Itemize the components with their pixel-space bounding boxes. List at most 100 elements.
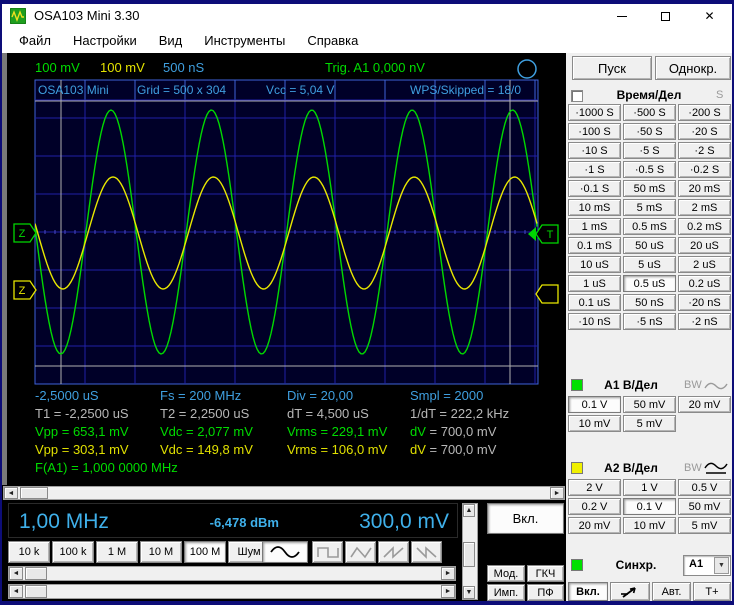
freq-fine-thumb[interactable] — [25, 585, 47, 598]
timebase-button[interactable]: 50 mS — [623, 180, 676, 197]
ch2-vdiv-button[interactable]: 5 mV — [678, 517, 731, 534]
menu-item[interactable]: Инструменты — [196, 31, 293, 50]
scroll-right-icon[interactable]: ► — [550, 487, 564, 499]
menu-item[interactable]: Вид — [151, 31, 191, 50]
timebase-button[interactable]: ·5 nS — [623, 313, 676, 330]
ch1-vdiv-button[interactable]: 10 mV — [568, 415, 621, 432]
timebase-button[interactable]: ·20 S — [678, 123, 731, 140]
ch2-vdiv-button[interactable]: 1 V — [623, 479, 676, 496]
ch2-vdiv-button[interactable]: 0.1 V — [623, 498, 676, 515]
timebase-button[interactable]: ·0.1 S — [568, 180, 621, 197]
sync-auto-button[interactable]: Авт. — [652, 582, 691, 601]
generator-scroll-thumb[interactable] — [463, 542, 475, 567]
waveform-triangle-button[interactable] — [345, 541, 376, 563]
range-button[interactable]: 10 M — [140, 541, 182, 563]
timebase-button[interactable]: ·20 nS — [678, 294, 731, 311]
scroll-left-icon[interactable]: ◄ — [9, 567, 23, 580]
ch1-vdiv-button[interactable]: 50 mV — [623, 396, 676, 413]
timebase-button[interactable]: 0.1 uS — [568, 294, 621, 311]
freq-fine-scrollbar[interactable]: ◄ ► — [8, 584, 456, 599]
gkch-button[interactable]: ГКЧ — [527, 565, 564, 582]
ch2-vdiv-button[interactable]: 50 mV — [678, 498, 731, 515]
freq-coarse-scrollbar[interactable]: ◄ ► — [8, 566, 456, 581]
timebase-button[interactable]: ·1 S — [568, 161, 621, 178]
scope-scroll-thumb[interactable] — [20, 487, 48, 499]
sync-on-button[interactable]: Вкл. — [568, 582, 608, 601]
ch2-vdiv-button[interactable]: 0.2 V — [568, 498, 621, 515]
timebase-button[interactable]: 0.1 mS — [568, 237, 621, 254]
trigger-level-marker[interactable]: T — [535, 224, 559, 244]
timebase-button[interactable]: 50 uS — [623, 237, 676, 254]
menu-item[interactable]: Файл — [11, 31, 59, 50]
waveform-ramp-up-button[interactable] — [378, 541, 409, 563]
range-button[interactable]: 10 k — [8, 541, 50, 563]
ch2-vdiv-button[interactable]: 10 mV — [623, 517, 676, 534]
scroll-right-icon[interactable]: ► — [441, 585, 455, 598]
sync-slope-button[interactable] — [610, 582, 650, 601]
ch1-vdiv-button[interactable]: 0.1 V — [568, 396, 621, 413]
ch2-vdiv-button[interactable]: 0.5 V — [678, 479, 731, 496]
timebase-button[interactable]: 10 uS — [568, 256, 621, 273]
ch2-vdiv-button[interactable]: 20 mV — [568, 517, 621, 534]
timebase-button[interactable]: 50 nS — [623, 294, 676, 311]
scope-h-scrollbar[interactable]: ◄ ► — [3, 486, 565, 500]
ch2-level-marker[interactable] — [535, 284, 559, 304]
timebase-button[interactable]: 20 uS — [678, 237, 731, 254]
timebase-button[interactable]: ·0.2 S — [678, 161, 731, 178]
waveform-sine-button[interactable] — [262, 541, 308, 563]
scroll-left-icon[interactable]: ◄ — [4, 487, 18, 499]
ch1-vdiv-button[interactable]: 20 mV — [678, 396, 731, 413]
sync-tplus-button[interactable]: Т+ — [693, 582, 731, 601]
timebase-button[interactable]: ·500 S — [623, 104, 676, 121]
generator-v-scrollbar[interactable]: ▲ ▼ — [462, 503, 478, 600]
timebase-button[interactable]: ·0.5 S — [623, 161, 676, 178]
maximize-button[interactable] — [643, 4, 688, 28]
ch1-coupling-icon[interactable] — [704, 380, 728, 392]
minimize-button[interactable] — [599, 4, 644, 28]
mod-button[interactable]: Мод. — [487, 565, 525, 582]
timebase-button[interactable]: ·2 nS — [678, 313, 731, 330]
waveform-square-button[interactable] — [312, 541, 343, 563]
scroll-left-icon[interactable]: ◄ — [9, 585, 23, 598]
timebase-button[interactable]: ·200 S — [678, 104, 731, 121]
single-button[interactable]: Однокр. — [655, 56, 731, 80]
title-bar[interactable]: OSA103 Mini 3.30 ✕ — [2, 4, 732, 28]
generator-on-button[interactable]: Вкл. — [487, 503, 564, 534]
range-button[interactable]: 100 M — [184, 541, 226, 563]
scroll-right-icon[interactable]: ► — [441, 567, 455, 580]
timebase-button[interactable]: 0.5 mS — [623, 218, 676, 235]
run-button[interactable]: Пуск — [572, 56, 652, 80]
menu-item[interactable]: Справка — [299, 31, 366, 50]
scroll-down-icon[interactable]: ▼ — [463, 586, 475, 599]
ch2-coupling-icon[interactable] — [704, 461, 728, 475]
ch1-zero-marker[interactable]: Z — [13, 223, 37, 243]
menu-item[interactable]: Настройки — [65, 31, 145, 50]
ch1-vdiv-button[interactable]: 5 mV — [623, 415, 676, 432]
pf-button[interactable]: ПФ — [527, 584, 564, 601]
timebase-button[interactable]: 0.2 uS — [678, 275, 731, 292]
timebase-button[interactable]: 5 uS — [623, 256, 676, 273]
timebase-button[interactable]: 2 mS — [678, 199, 731, 216]
range-button[interactable]: 100 k — [52, 541, 94, 563]
imp-button[interactable]: Имп. — [487, 584, 525, 601]
timebase-button[interactable]: ·50 S — [623, 123, 676, 140]
ch2-vdiv-button[interactable]: 2 V — [568, 479, 621, 496]
timebase-button[interactable]: 0.5 uS — [623, 275, 676, 292]
ch2-zero-marker[interactable]: Z — [13, 280, 37, 300]
timebase-button[interactable]: 2 uS — [678, 256, 731, 273]
timebase-button[interactable]: 1 mS — [568, 218, 621, 235]
timebase-button[interactable]: ·2 S — [678, 142, 731, 159]
close-button[interactable]: ✕ — [687, 4, 732, 28]
chevron-down-icon[interactable]: ▼ — [714, 557, 729, 574]
freq-coarse-thumb[interactable] — [25, 567, 47, 580]
timebase-button[interactable]: 0.2 mS — [678, 218, 731, 235]
timebase-button[interactable]: ·10 S — [568, 142, 621, 159]
timebase-button[interactable]: 10 mS — [568, 199, 621, 216]
timebase-button[interactable]: ·100 S — [568, 123, 621, 140]
timebase-button[interactable]: 20 mS — [678, 180, 731, 197]
scroll-up-icon[interactable]: ▲ — [463, 504, 475, 517]
timebase-button[interactable]: 5 mS — [623, 199, 676, 216]
timebase-button[interactable]: ·10 nS — [568, 313, 621, 330]
timebase-button[interactable]: ·5 S — [623, 142, 676, 159]
timebase-button[interactable]: 1 uS — [568, 275, 621, 292]
